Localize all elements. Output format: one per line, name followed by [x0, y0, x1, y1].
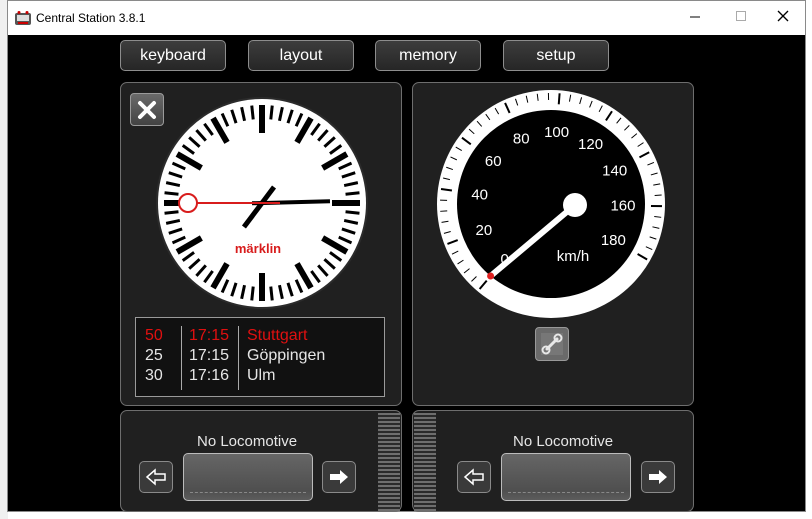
loco-control-left: No Locomotive — [120, 410, 402, 512]
keyboard-button[interactable]: keyboard — [120, 40, 226, 71]
arrow-right-icon — [330, 470, 348, 484]
app-window: Central Station 3.8.1 keyboard layout me… — [7, 0, 806, 512]
maximize-button[interactable] — [718, 1, 764, 31]
memory-button[interactable]: memory — [375, 40, 481, 71]
speed-label: 80 — [513, 130, 530, 147]
clock-brand-logo: märklin — [235, 241, 281, 256]
clock-tick — [269, 105, 274, 120]
wrench-icon — [541, 333, 563, 355]
speed-tick — [654, 194, 662, 197]
destination: Stuttgart — [247, 327, 308, 344]
departure-time: 17:15 — [189, 327, 230, 344]
station-clock: märklin — [156, 97, 368, 309]
loco-control-right: No Locomotive — [412, 410, 694, 512]
app-icon — [15, 11, 31, 25]
loco-name-label: No Locomotive — [197, 433, 298, 450]
setup-button[interactable]: setup — [503, 40, 609, 71]
clock-tick — [345, 191, 360, 196]
close-icon — [777, 10, 789, 22]
speed-unit-label: km/h — [557, 248, 590, 265]
arrow-left-icon — [145, 468, 166, 486]
clock-tick — [250, 286, 255, 301]
speed-tick — [557, 93, 561, 105]
clock-panel: märklin 50 17:15 Stuttgart 25 17:15 Göpp… — [120, 82, 402, 406]
minimize-button[interactable] — [672, 1, 718, 31]
panel-drag-handle[interactable] — [414, 413, 436, 511]
main-content: keyboard layout memory setup märklin 50 … — [8, 35, 805, 512]
speed-label: 140 — [602, 162, 627, 179]
clock-tick — [164, 210, 179, 215]
speed-label: 20 — [475, 222, 492, 239]
direction-left-button[interactable] — [139, 461, 173, 493]
settings-button[interactable] — [535, 327, 569, 361]
direction-right-button[interactable] — [322, 461, 356, 493]
speed-label: 40 — [471, 186, 488, 203]
departure-time: 17:16 — [189, 367, 230, 384]
panel-drag-handle[interactable] — [378, 413, 400, 511]
speed-label: 120 — [578, 136, 603, 153]
destination: Ulm — [247, 367, 276, 384]
loco-slot[interactable] — [183, 453, 313, 501]
title-bar[interactable]: Central Station 3.8.1 — [8, 1, 805, 35]
layout-button[interactable]: layout — [248, 40, 354, 71]
speed-label: 100 — [544, 124, 569, 141]
clock-tick — [269, 286, 274, 301]
speed-label: 180 — [601, 232, 626, 249]
speedometer: 020406080 100120140160180 km/h — [437, 90, 665, 318]
track-number: 50 — [145, 327, 163, 344]
speed-label: 160 — [610, 197, 635, 214]
arrow-right-icon — [649, 470, 667, 484]
window-title: Central Station 3.8.1 — [36, 11, 146, 25]
departure-board: 50 17:15 Stuttgart 25 17:15 Göppingen 30… — [135, 317, 385, 397]
minimize-icon — [690, 16, 700, 18]
loco-name-label: No Locomotive — [513, 433, 614, 450]
clock-tick — [250, 105, 255, 120]
track-number: 30 — [145, 367, 163, 384]
loco-slot[interactable] — [501, 453, 631, 501]
needle-hub — [563, 193, 587, 217]
destination: Göppingen — [247, 347, 326, 364]
clock-tick — [345, 210, 360, 215]
track-number: 25 — [145, 347, 163, 364]
direction-right-button[interactable] — [641, 461, 675, 493]
clock-tick — [164, 191, 179, 196]
arrow-left-icon — [463, 468, 484, 486]
needle-tip — [487, 272, 495, 280]
speed-label: 60 — [485, 153, 502, 170]
maximize-icon — [736, 11, 746, 21]
direction-left-button[interactable] — [457, 461, 491, 493]
speedometer-panel: 0 20 40 60 80 100 120 140 160 180 km/h — [412, 82, 694, 406]
close-window-button[interactable] — [760, 1, 806, 31]
departure-time: 17:15 — [189, 347, 230, 364]
